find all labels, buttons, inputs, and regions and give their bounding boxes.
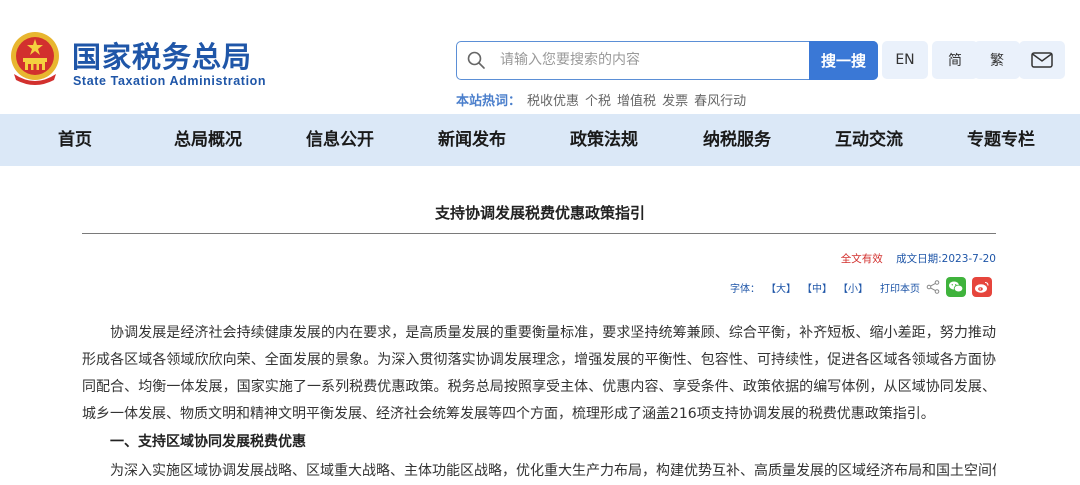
nav-item-tax-service[interactable]: 纳税服务 — [703, 114, 771, 166]
font-small-link[interactable]: 【小】 — [838, 280, 868, 295]
traditional-chinese-button[interactable]: 繁 — [974, 41, 1020, 79]
article-tools: 字体： 【大】 【中】 【小】 打印本页 — [730, 274, 992, 300]
article-title: 支持协调发展税费优惠政策指引 — [434, 204, 645, 222]
nav-item-special-topics[interactable]: 专题专栏 — [967, 114, 1035, 166]
font-medium-link[interactable]: 【中】 — [802, 280, 832, 295]
wechat-share-icon[interactable] — [946, 277, 966, 297]
site-header: 国家税务总局 State Taxation Administration 搜一搜… — [0, 0, 1080, 114]
validity-status: 全文有效 — [840, 253, 883, 265]
hot-word-link[interactable]: 增值税 — [617, 90, 656, 109]
hot-word-link[interactable]: 春风行动 — [694, 90, 746, 109]
article-meta: 全文有效 成文日期:2023-7-20 — [841, 251, 996, 266]
hot-word-link[interactable]: 个税 — [585, 90, 611, 109]
search-button[interactable]: 搜一搜 — [809, 41, 878, 80]
nav-item-overview[interactable]: 总局概况 — [174, 114, 242, 166]
font-large-link[interactable]: 【大】 — [766, 280, 796, 295]
nav-item-home[interactable]: 首页 — [58, 114, 92, 166]
search-icon — [467, 51, 485, 69]
share-icon[interactable] — [926, 280, 940, 294]
site-name-english[interactable]: State Taxation Administration — [73, 74, 266, 88]
hot-words-label: 本站热词： — [456, 94, 522, 109]
english-version-button[interactable]: EN — [882, 41, 928, 79]
national-emblem-icon[interactable] — [8, 30, 62, 88]
simplified-chinese-button[interactable]: 简 — [932, 41, 978, 79]
article-paragraph: 协调发展是经济社会持续健康发展的内在要求，是高质量发展的重要衡量标准，要求坚持统… — [82, 325, 996, 422]
search-input[interactable] — [500, 42, 800, 78]
mail-icon — [1031, 52, 1053, 68]
main-navigation: 首页 总局概况 信息公开 新闻发布 政策法规 纳税服务 互动交流 专题专栏 — [0, 114, 1080, 166]
mail-button[interactable] — [1019, 41, 1065, 79]
site-name-chinese[interactable]: 国家税务总局 — [72, 34, 252, 76]
hot-word-link[interactable]: 发票 — [662, 90, 688, 109]
nav-item-policy[interactable]: 政策法规 — [570, 114, 638, 166]
section-heading: 一、支持区域协同发展税费优惠 — [110, 434, 306, 450]
nav-item-disclosure[interactable]: 信息公开 — [306, 114, 374, 166]
font-size-label: 字体： — [730, 283, 760, 295]
hot-word-link[interactable]: 税收优惠 — [527, 90, 579, 109]
issue-date: 成文日期:2023-7-20 — [896, 253, 996, 265]
hot-words: 本站热词： 税收优惠 个税 增值税 发票 春风行动 — [456, 90, 746, 109]
nav-item-interaction[interactable]: 互动交流 — [835, 114, 903, 166]
nav-item-news[interactable]: 新闻发布 — [438, 114, 506, 166]
weibo-share-icon[interactable] — [972, 277, 992, 297]
article-paragraph-partial: 为深入实施区域协调发展战略、区域重大战略、主体功能区战略，优化重大生产力布局，构… — [110, 463, 996, 479]
title-divider — [82, 233, 996, 234]
print-link[interactable]: 打印本页 — [880, 280, 920, 295]
